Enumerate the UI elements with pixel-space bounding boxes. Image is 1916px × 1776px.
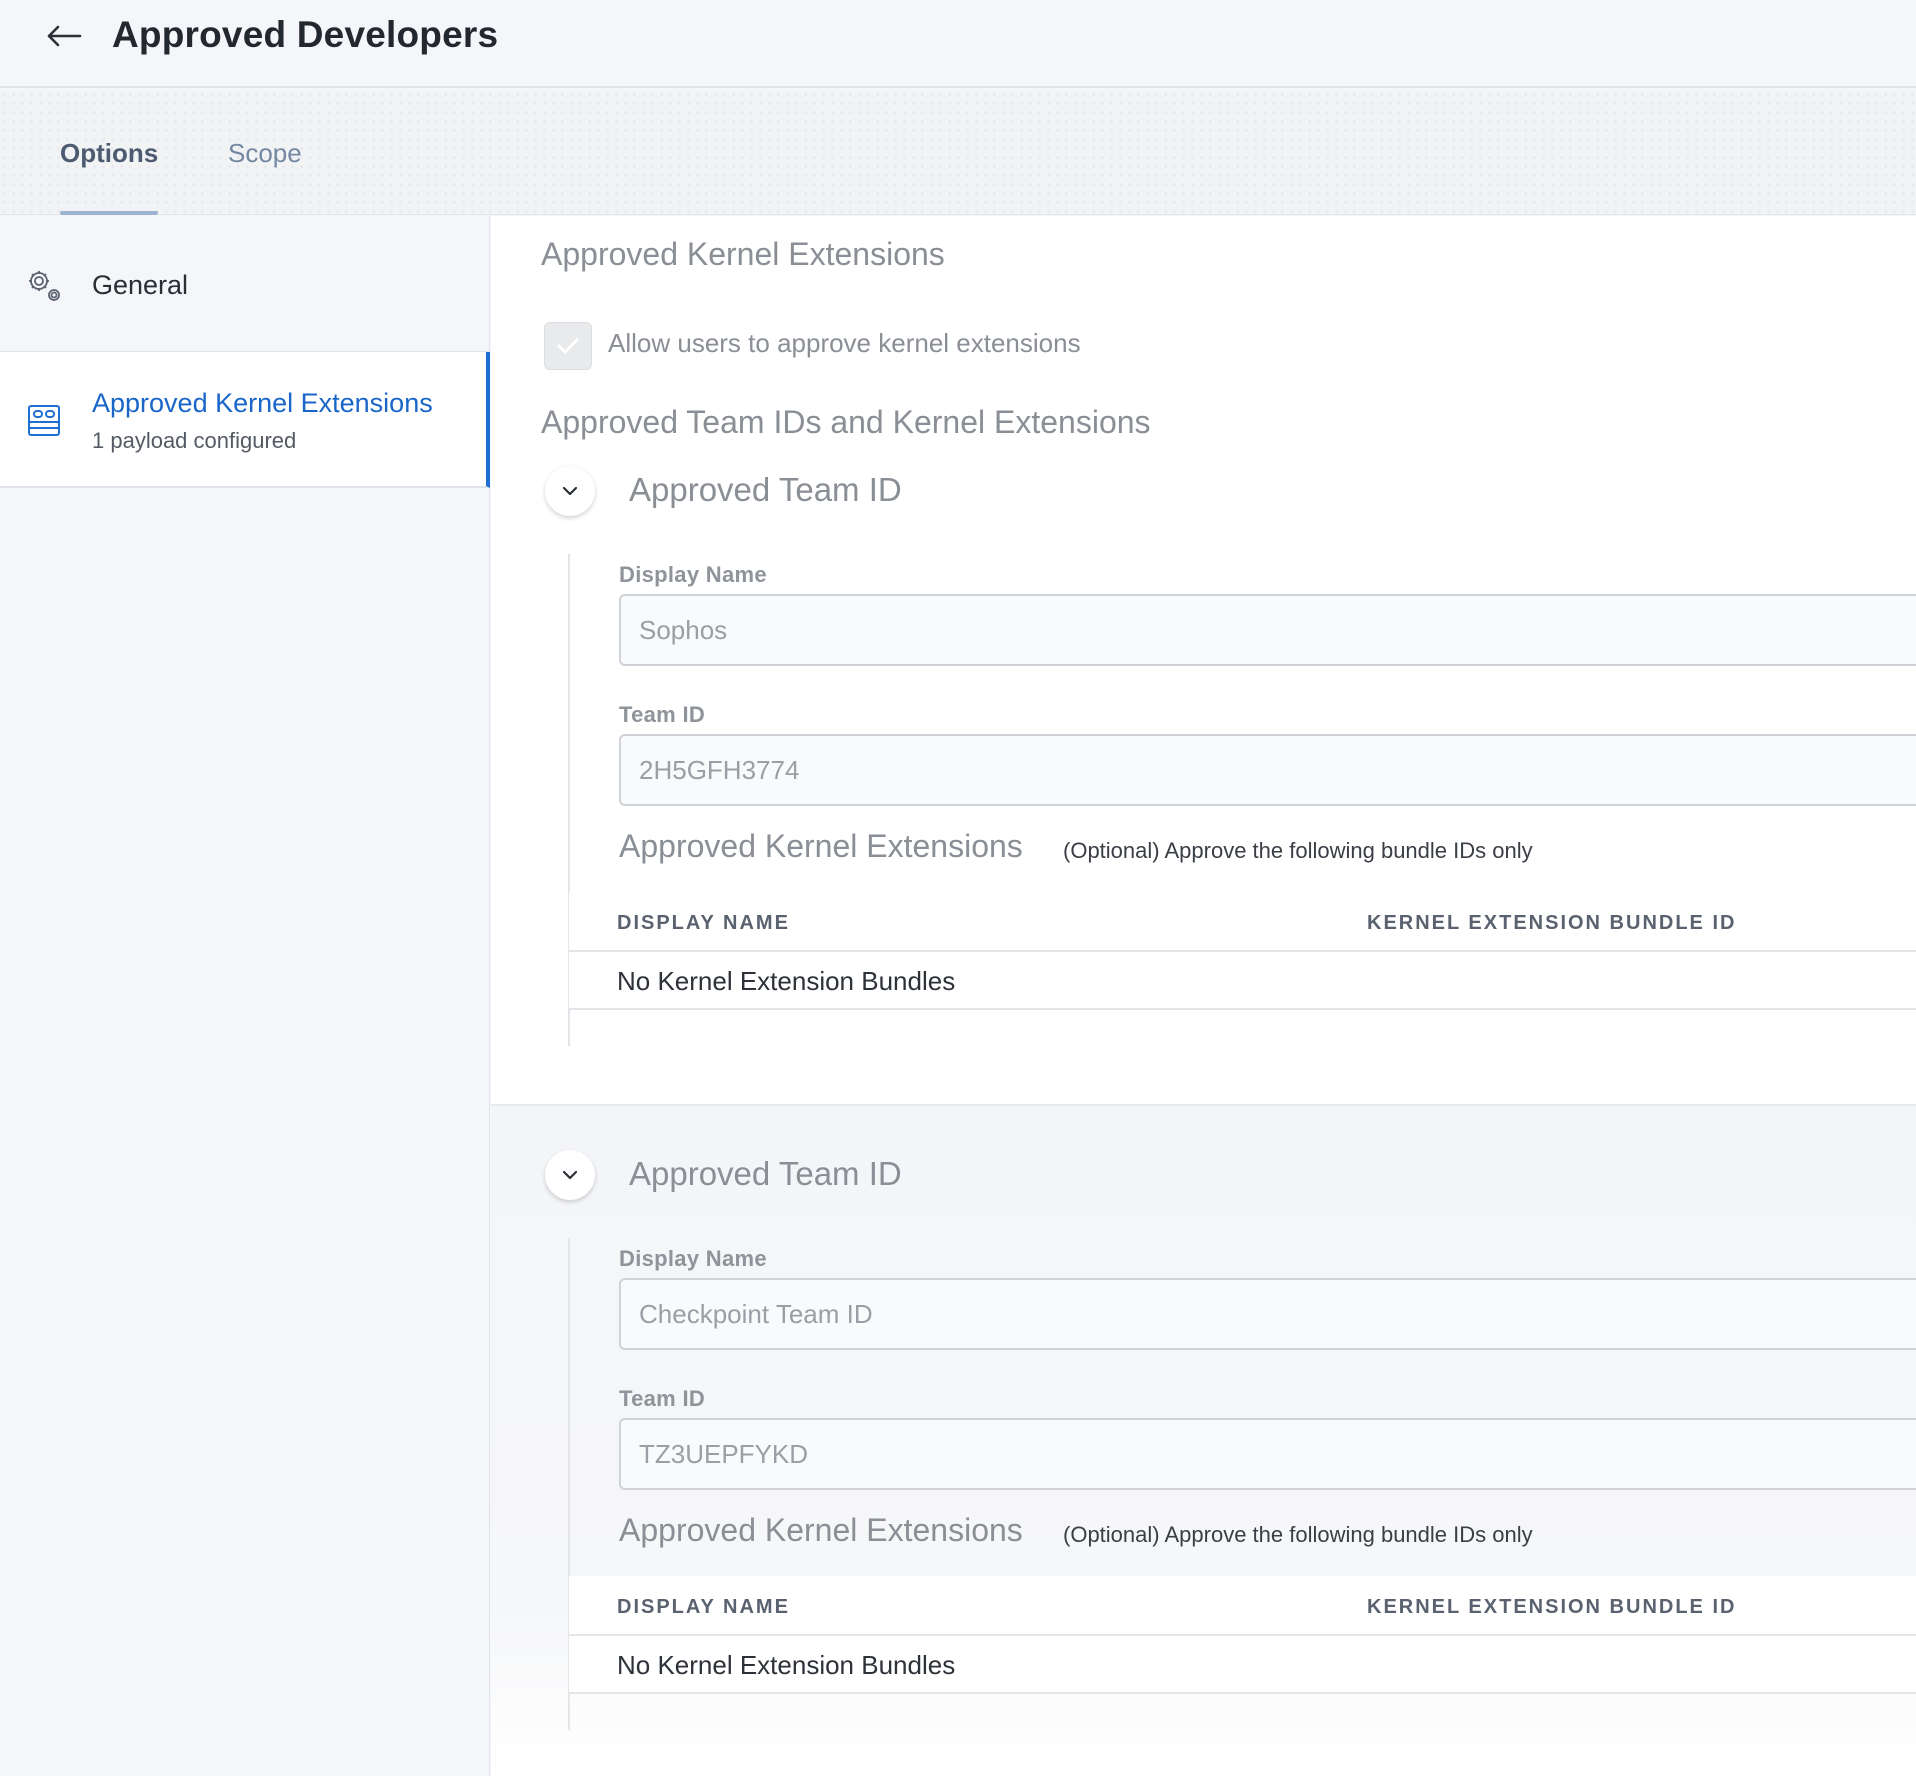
page-title: Approved Developers <box>112 14 499 55</box>
chevron-down-icon <box>562 1170 578 1180</box>
collapse-button[interactable] <box>545 1150 595 1200</box>
gear-icon <box>26 268 62 307</box>
table-row: No Kernel Extension Bundles <box>569 952 1916 1010</box>
kernel-extensions-hint: (Optional) Approve the following bundle … <box>1063 1522 1533 1547</box>
display-name-field[interactable] <box>619 1278 1916 1350</box>
payload-content: Approved Kernel Extensions Allow users t… <box>491 216 1916 1776</box>
allow-users-label: Allow users to approve kernel extensions <box>608 328 1081 358</box>
column-header-bundle-id[interactable]: KERNEL EXTENSION BUNDLE ID <box>1367 1596 1736 1619</box>
payload-sidebar: General Approved Kernel Extensions 1 pay… <box>0 216 490 1776</box>
sidebar-item-label: General <box>92 270 189 300</box>
sidebar-item-approved-kernel-extensions[interactable]: Approved Kernel Extensions 1 payload con… <box>0 352 490 488</box>
tab-bar: Options Scope <box>0 90 1916 215</box>
team-id-title: Approved Team ID <box>629 1155 902 1192</box>
section-heading: Approved Kernel Extensions <box>541 236 945 272</box>
column-header-display-name[interactable]: DISPLAY NAME <box>617 912 790 935</box>
kernel-extensions-subheading: Approved Kernel Extensions <box>619 828 1023 864</box>
table-header: DISPLAY NAME KERNEL EXTENSION BUNDLE ID <box>569 892 1916 952</box>
table-header: DISPLAY NAME KERNEL EXTENSION BUNDLE ID <box>569 1576 1916 1636</box>
display-name-field[interactable] <box>619 594 1916 666</box>
sidebar-item-subtitle: 1 payload configured <box>92 428 297 453</box>
team-id-field[interactable] <box>619 734 1916 806</box>
table-row: No Kernel Extension Bundles <box>569 1636 1916 1694</box>
arrow-left-icon <box>47 25 82 47</box>
sidebar-item-label: Approved Kernel Extensions <box>92 388 433 418</box>
column-header-bundle-id[interactable]: KERNEL EXTENSION BUNDLE ID <box>1367 912 1736 935</box>
kernel-extensions-hint: (Optional) Approve the following bundle … <box>1063 838 1533 863</box>
display-name-label: Display Name <box>619 562 767 587</box>
active-tab-indicator <box>60 211 158 215</box>
team-id-field[interactable] <box>619 1418 1916 1490</box>
kernel-extensions-subheading: Approved Kernel Extensions <box>619 1512 1023 1548</box>
empty-table-message: No Kernel Extension Bundles <box>617 966 956 996</box>
chevron-down-icon <box>562 486 578 496</box>
sidebar-item-general[interactable]: General <box>0 216 490 352</box>
team-id-block: Approved Team ID Display Name Team ID Ap… <box>491 466 1916 1066</box>
column-header-display-name[interactable]: DISPLAY NAME <box>617 1596 790 1619</box>
display-name-label: Display Name <box>619 1246 767 1271</box>
checkmark-icon <box>557 338 579 354</box>
back-button[interactable] <box>42 14 86 58</box>
allow-users-checkbox[interactable] <box>544 322 592 370</box>
kernel-extensions-icon <box>26 402 62 443</box>
tab-options[interactable]: Options <box>60 138 158 169</box>
collapse-button[interactable] <box>545 466 595 516</box>
tab-scope[interactable]: Scope <box>228 138 302 169</box>
team-id-label: Team ID <box>619 1386 706 1411</box>
team-id-title: Approved Team ID <box>629 471 902 508</box>
team-ids-heading: Approved Team IDs and Kernel Extensions <box>541 404 1151 440</box>
empty-table-message: No Kernel Extension Bundles <box>617 1650 956 1680</box>
page-header: Approved Developers <box>0 0 1916 88</box>
team-id-block: Approved Team ID Display Name Team ID Ap… <box>491 1150 1916 1750</box>
team-id-label: Team ID <box>619 702 706 727</box>
